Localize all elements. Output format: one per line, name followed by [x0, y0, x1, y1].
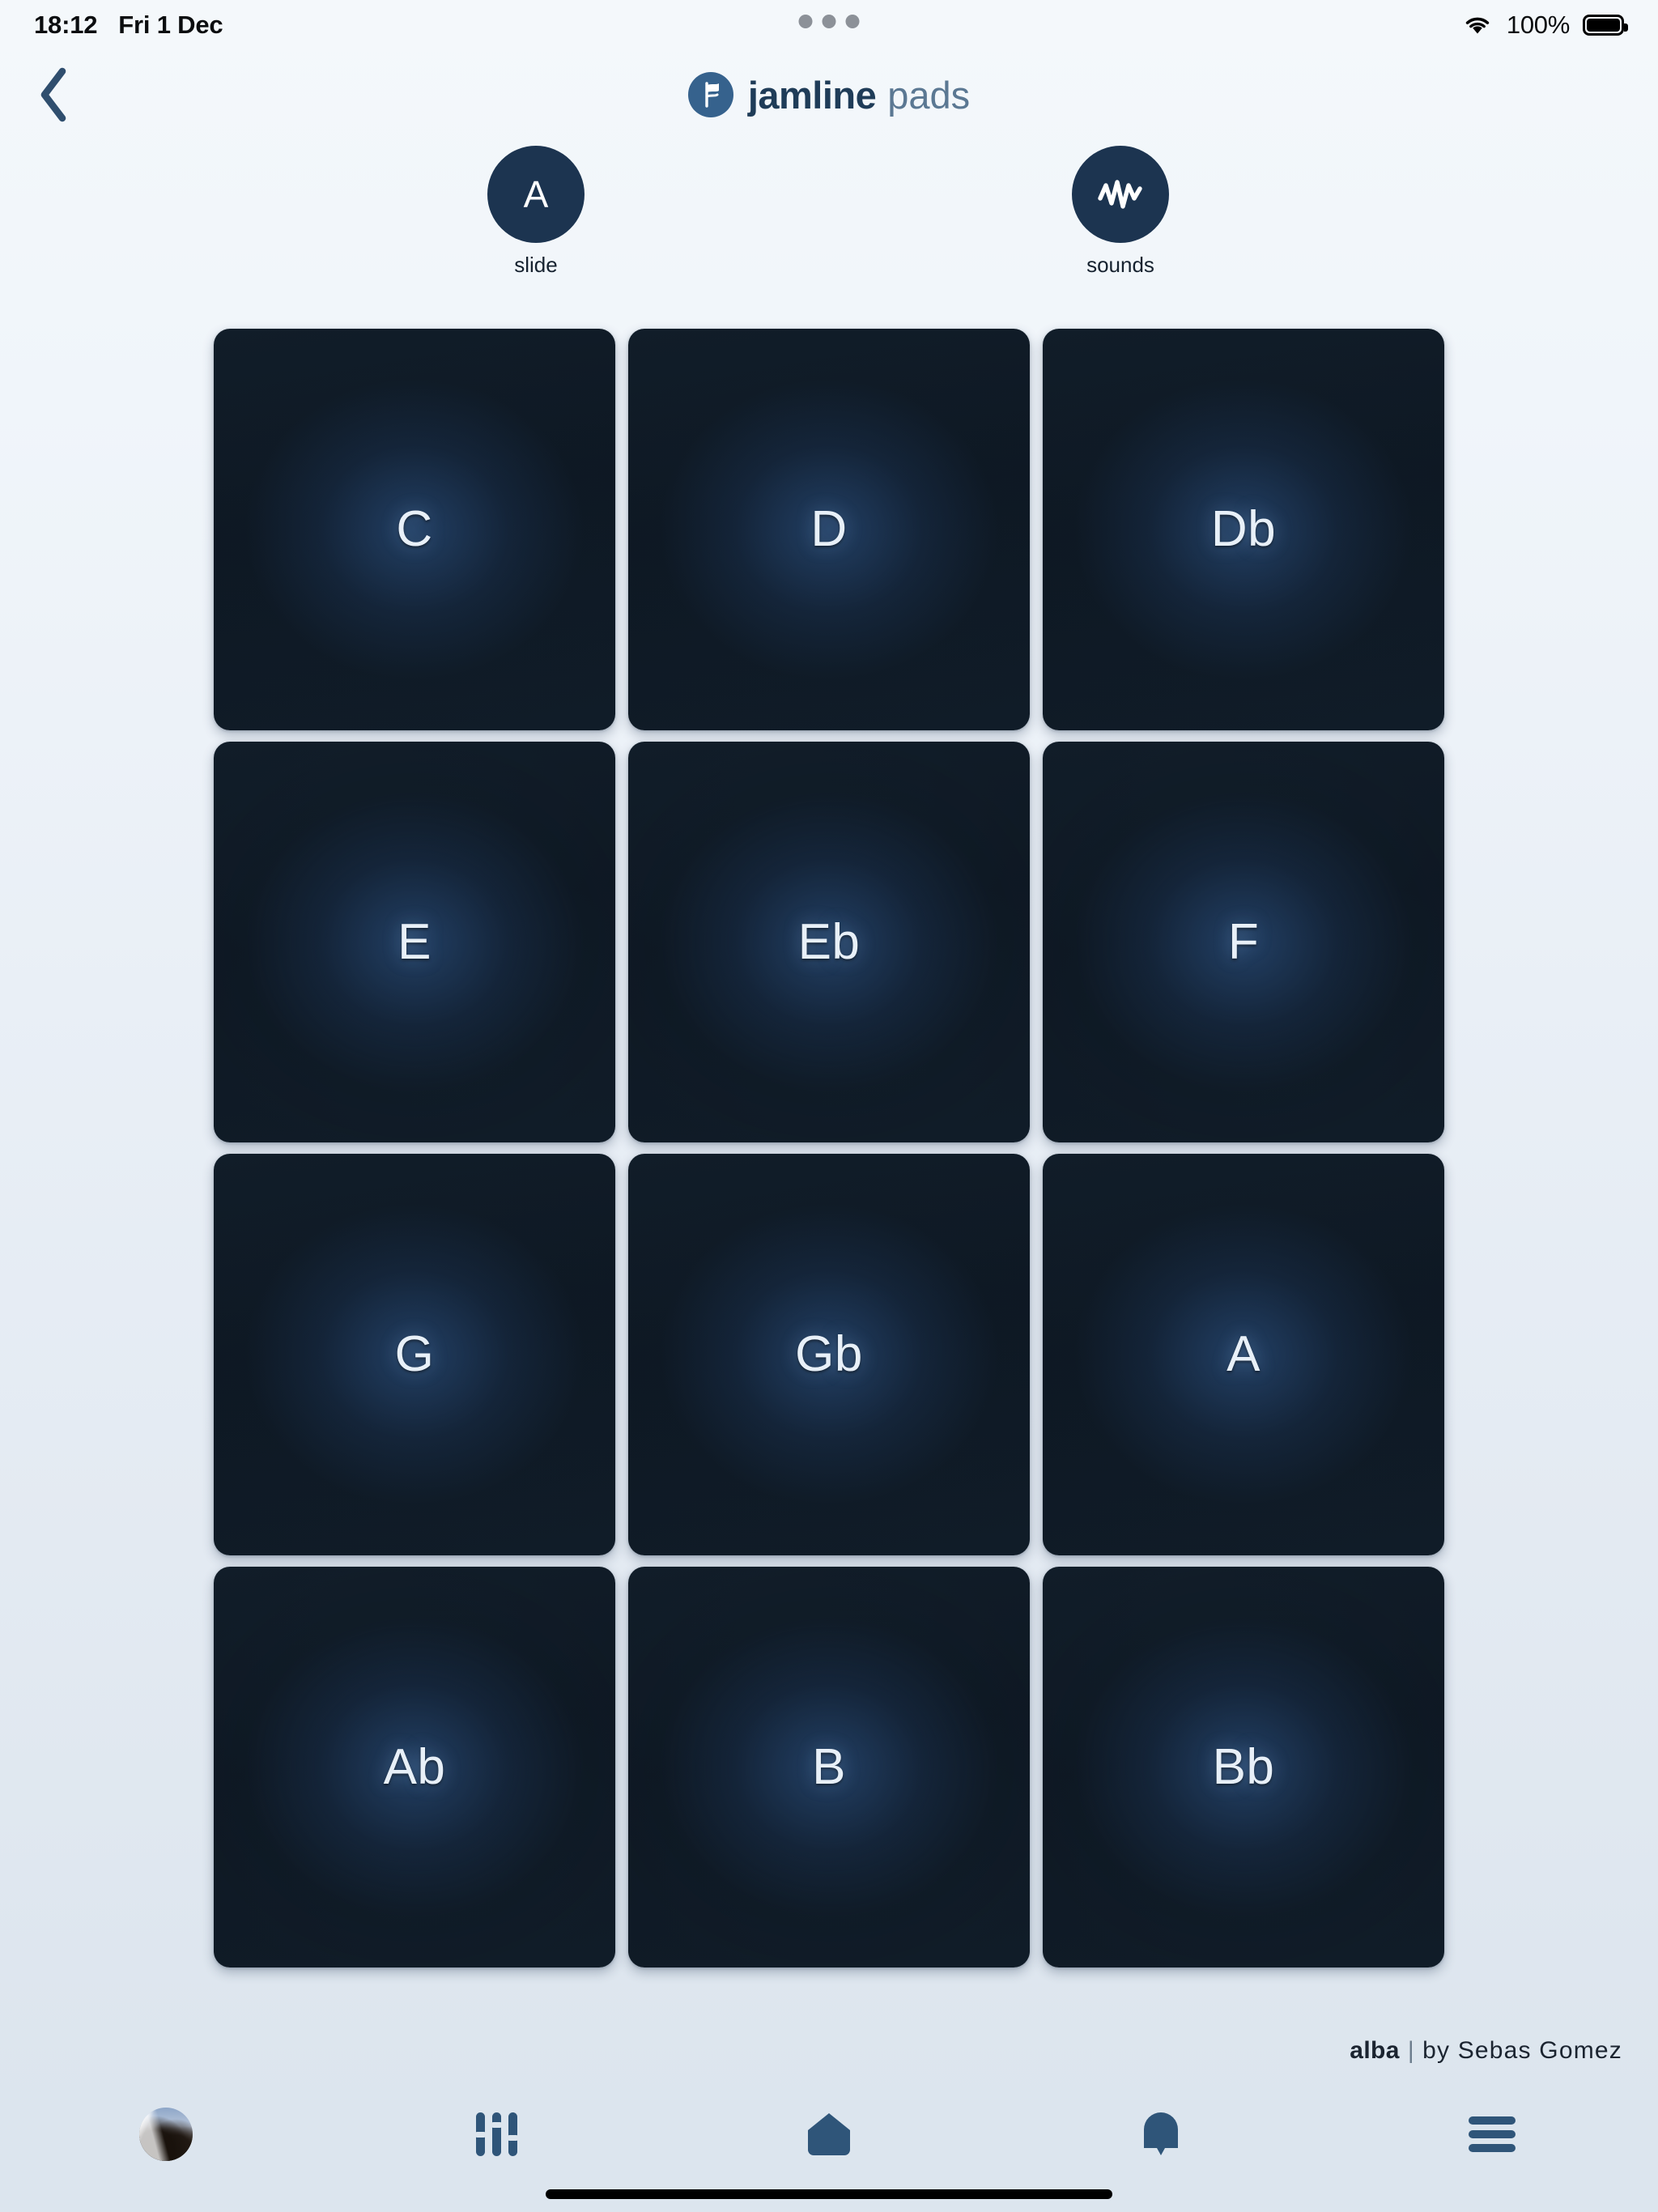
- pad-button[interactable]: Eb: [628, 741, 1030, 1142]
- slide-label: slide: [514, 253, 558, 277]
- sounds-button[interactable]: [1072, 146, 1169, 243]
- pad-label: Gb: [795, 1326, 863, 1383]
- pad-label: D: [810, 501, 848, 558]
- pad-label: F: [1227, 913, 1260, 970]
- credit-separator: |: [1407, 2037, 1415, 2064]
- wifi-icon: [1461, 13, 1494, 37]
- sounds-label: sounds: [1086, 253, 1154, 277]
- pad-button[interactable]: A: [1043, 1154, 1444, 1555]
- status-bar: 18:12 Fri 1 Dec 100%: [0, 0, 1658, 50]
- battery-percent: 100%: [1506, 11, 1570, 39]
- pad-label: B: [812, 1738, 846, 1795]
- pad-label: C: [396, 501, 433, 558]
- pad-label: Bb: [1212, 1738, 1275, 1795]
- pad-label: E: [397, 913, 432, 970]
- status-bar-right: 100%: [1461, 11, 1628, 40]
- pad-label: G: [394, 1326, 435, 1383]
- status-date: Fri 1 Dec: [118, 11, 223, 39]
- battery-full-icon: [1583, 15, 1628, 36]
- slide-button[interactable]: A: [487, 146, 585, 243]
- avatar-icon: [138, 2108, 193, 2161]
- pad-label: Db: [1210, 501, 1277, 558]
- tab-mixer[interactable]: [332, 2089, 664, 2180]
- tab-bar: [0, 2089, 1658, 2212]
- pad-button[interactable]: Ab: [214, 1566, 615, 1967]
- pad-grid: C D Db E Eb F G Gb A Ab B Bb: [214, 329, 1444, 1967]
- bell-icon: [1137, 2109, 1184, 2159]
- pad-button[interactable]: Gb: [628, 1154, 1030, 1555]
- brand-suffix: pads: [887, 73, 971, 117]
- pad-button[interactable]: E: [214, 741, 615, 1142]
- tab-menu[interactable]: [1326, 2089, 1658, 2180]
- tab-notifications[interactable]: [995, 2089, 1327, 2180]
- multitasking-dots-icon[interactable]: [798, 15, 860, 28]
- app-header: jamline pads: [0, 50, 1658, 139]
- pad-button[interactable]: Db: [1043, 329, 1444, 730]
- chevron-left-icon: [36, 66, 72, 123]
- pad-button[interactable]: F: [1043, 741, 1444, 1142]
- status-time: 18:12: [34, 11, 98, 39]
- pad-button[interactable]: G: [214, 1154, 615, 1555]
- pad-label: Eb: [797, 913, 861, 970]
- tab-home[interactable]: [663, 2089, 995, 2180]
- brand-logo: jamline pads: [687, 72, 971, 117]
- pad-button[interactable]: Bb: [1043, 1566, 1444, 1967]
- jamline-logo-icon: [687, 72, 733, 117]
- back-button[interactable]: [18, 58, 91, 131]
- pad-button[interactable]: D: [628, 329, 1030, 730]
- credit-line: alba | by Sebas Gomez: [1350, 2037, 1622, 2065]
- sliders-icon: [471, 2109, 523, 2159]
- hamburger-menu-icon: [1465, 2113, 1519, 2155]
- credit-author: by Sebas Gomez: [1422, 2037, 1622, 2064]
- sounds-control[interactable]: sounds: [1072, 146, 1169, 278]
- home-icon: [804, 2111, 854, 2158]
- pad-label: Ab: [383, 1738, 446, 1795]
- slide-value: A: [523, 173, 549, 215]
- pad-button[interactable]: C: [214, 329, 615, 730]
- tab-profile[interactable]: [0, 2089, 332, 2180]
- pad-button[interactable]: B: [628, 1566, 1030, 1967]
- home-indicator[interactable]: [546, 2189, 1112, 2199]
- control-row: A slide sounds: [0, 146, 1658, 278]
- pad-label: A: [1226, 1326, 1261, 1383]
- waveform-icon: [1094, 174, 1147, 215]
- status-bar-left: 18:12 Fri 1 Dec: [34, 11, 223, 40]
- brand-name: jamline: [747, 73, 877, 117]
- credit-title: alba: [1350, 2037, 1400, 2064]
- slide-control[interactable]: A slide: [487, 146, 585, 278]
